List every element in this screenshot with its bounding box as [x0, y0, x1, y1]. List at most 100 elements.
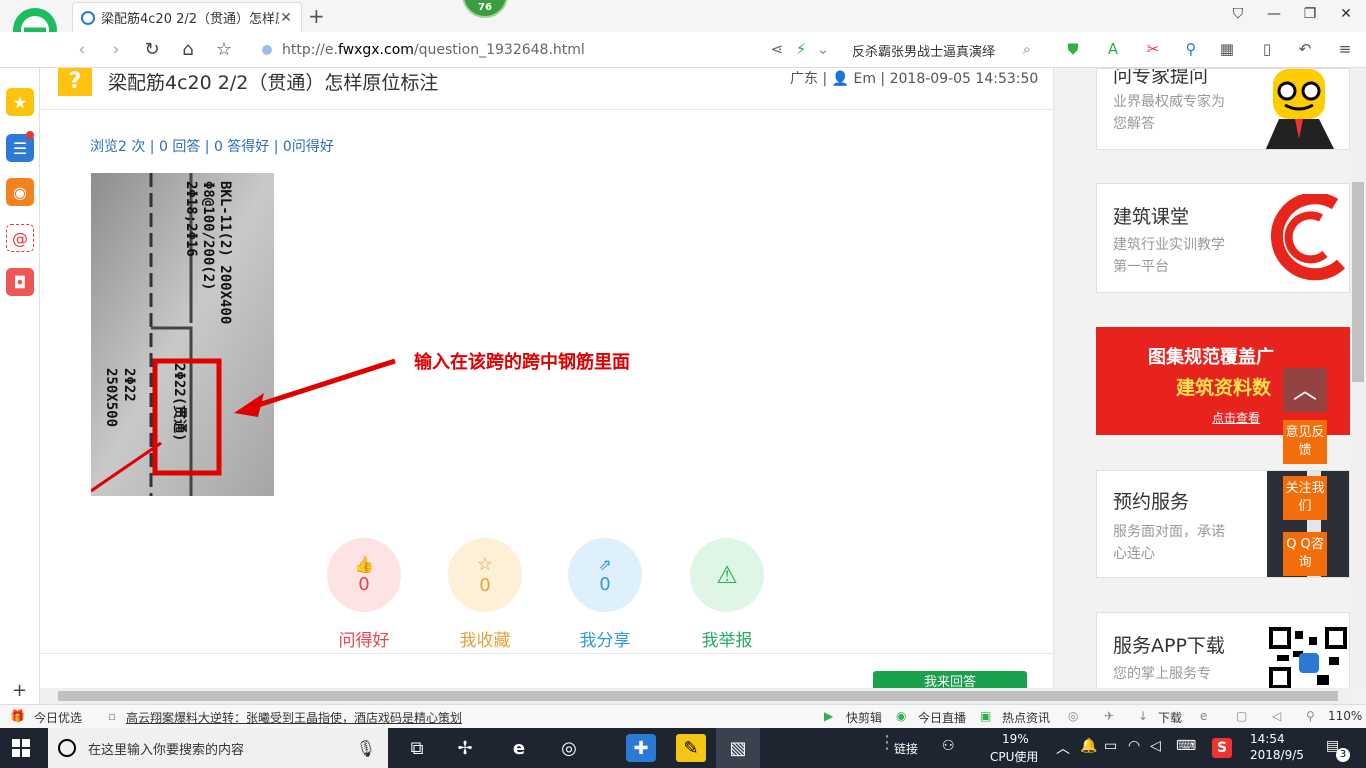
- follow-us-button[interactable]: 关注我们: [1283, 476, 1327, 520]
- action-report-label[interactable]: 我举报: [690, 626, 764, 651]
- notes-app-icon[interactable]: ✎: [676, 734, 706, 762]
- qr-code-icon[interactable]: [1269, 627, 1349, 688]
- ime-icon[interactable]: S: [1212, 738, 1232, 758]
- pin-icon[interactable]: ✈: [1104, 709, 1114, 723]
- qq-consult-button[interactable]: Q Q咨询: [1283, 532, 1327, 576]
- shirt-skin-icon[interactable]: ⛉: [1228, 6, 1248, 22]
- back-to-top-button[interactable]: ︿: [1283, 368, 1327, 412]
- live-link[interactable]: 今日直播: [918, 709, 966, 726]
- horizontal-scrollbar[interactable]: [40, 688, 1350, 704]
- tray-chevron-icon[interactable]: ︿: [1056, 738, 1070, 758]
- tab-close-icon[interactable]: ✕: [279, 10, 293, 26]
- sidebar-favorites-icon[interactable]: ★: [6, 88, 34, 116]
- vertical-scrollbar[interactable]: [1350, 68, 1366, 688]
- menu-icon[interactable]: ≡: [1334, 40, 1356, 58]
- forward-icon[interactable]: ›: [104, 39, 128, 60]
- photo-text-side2: 250X500: [103, 368, 119, 427]
- search-suggestion[interactable]: 反杀霸张男战士逼真演绎: [852, 41, 995, 60]
- action-like[interactable]: 👍 0 问得好: [327, 538, 401, 651]
- sidebar-game-icon[interactable]: ◘: [6, 268, 34, 296]
- action-collect[interactable]: ☆ 0 我收藏: [448, 538, 522, 651]
- home-icon[interactable]: ⌂: [176, 39, 200, 60]
- chevron-down-icon[interactable]: ⌄: [812, 40, 834, 58]
- restore-icon[interactable]: ❐: [1300, 6, 1320, 22]
- minimize-icon[interactable]: —: [1264, 6, 1284, 22]
- url-path: /question_1932648.html: [413, 42, 585, 58]
- clock-time[interactable]: 14:54: [1250, 732, 1285, 746]
- sidebar-add-icon[interactable]: +: [12, 680, 27, 701]
- paint-app-icon[interactable]: ▧: [716, 728, 760, 768]
- action-like-label[interactable]: 问得好: [327, 626, 401, 651]
- action-collect-circle[interactable]: ☆ 0: [448, 538, 522, 612]
- photo-text-line1: BKL-11(2) 200X400: [217, 181, 233, 324]
- quick-edit-link[interactable]: 快剪辑: [846, 709, 882, 726]
- swirl-app-icon[interactable]: ◎: [554, 734, 584, 762]
- action-like-circle[interactable]: 👍 0: [327, 538, 401, 612]
- microphone-icon[interactable]: 🎙: [356, 739, 376, 758]
- question-stats[interactable]: 浏览2 次 | 0 回答 | 0 答得好 | 0问得好: [90, 136, 334, 156]
- search-icon[interactable]: ⌕: [1016, 40, 1038, 58]
- action-collect-label[interactable]: 我收藏: [448, 626, 522, 651]
- ie-icon[interactable]: e: [1200, 709, 1207, 723]
- apps-grid-icon[interactable]: ▦: [1216, 40, 1238, 58]
- magnifier-icon[interactable]: ⚲: [1180, 40, 1202, 58]
- headline-link[interactable]: 高云翔案爆料大逆转：张曦受到王晶指使，酒店戏码是精心策划: [126, 709, 462, 726]
- tray-notify-icon[interactable]: 🔔: [1080, 738, 1097, 754]
- new-tab-button[interactable]: +: [308, 4, 325, 28]
- taskbar-link-label[interactable]: 链接: [894, 740, 918, 757]
- window-icon[interactable]: ▢: [1236, 709, 1247, 723]
- scissors-icon[interactable]: ✂: [1142, 40, 1164, 58]
- action-share[interactable]: ⇗ 0 我分享: [568, 538, 642, 651]
- phone-icon[interactable]: ▯: [1256, 40, 1278, 58]
- notification-count: 3: [1336, 748, 1350, 762]
- url-field[interactable]: http://e. fwxgx.com/question_1932648.html: [262, 38, 762, 62]
- download-link[interactable]: 下载: [1158, 709, 1182, 726]
- hot-news-link[interactable]: 热点资讯: [1002, 709, 1050, 726]
- fan-app-icon[interactable]: ✢: [450, 734, 480, 762]
- today-pick-link[interactable]: 今日优选: [34, 709, 82, 726]
- reload-icon[interactable]: ↻: [140, 39, 164, 60]
- site-info-icon[interactable]: [262, 45, 272, 55]
- undo-icon[interactable]: ↶: [1294, 40, 1316, 58]
- favorite-star-icon[interactable]: ☆: [212, 39, 236, 60]
- action-report-circle[interactable]: ⚠: [690, 538, 764, 612]
- wifi-icon[interactable]: ◠: [1128, 738, 1140, 754]
- speaker-icon[interactable]: ◁: [1150, 738, 1161, 754]
- annotation-text: 输入在该跨的跨中钢筋里面: [414, 352, 630, 373]
- action-share-label[interactable]: 我分享: [568, 626, 642, 651]
- task-view-icon[interactable]: ⧉: [402, 734, 432, 762]
- rail-card-expert[interactable]: 问专家提问 业界最权威专家为您解答: [1096, 68, 1350, 150]
- keyboard-icon[interactable]: ⌨: [1176, 738, 1196, 754]
- people-icon[interactable]: ⚇: [942, 738, 955, 754]
- url-prefix: http://e.: [282, 42, 338, 58]
- feedback-button[interactable]: 意见反馈: [1283, 420, 1327, 464]
- zoom-level[interactable]: 110%: [1328, 709, 1362, 723]
- battery-icon[interactable]: ▭: [1104, 738, 1117, 754]
- sidebar-weibo-icon[interactable]: ◉: [6, 178, 34, 206]
- shield-icon[interactable]: ⛊: [1062, 40, 1084, 58]
- share-icon[interactable]: ⋖: [766, 40, 788, 58]
- remote-app-icon[interactable]: ✚: [626, 734, 656, 762]
- clock-date[interactable]: 2018/9/5: [1250, 748, 1304, 762]
- sidebar-mail-icon[interactable]: @: [6, 224, 34, 252]
- rail-card-app[interactable]: 服务APP下载 您的掌上服务专: [1096, 612, 1350, 688]
- action-report[interactable]: ⚠ 我举报: [690, 538, 764, 651]
- speed-icon[interactable]: ◎: [1068, 709, 1078, 723]
- taskbar-search-box[interactable]: 在这里输入你要搜索的内容 🎙: [48, 728, 388, 768]
- windows-start-icon[interactable]: [12, 739, 30, 757]
- translate-icon[interactable]: A: [1102, 40, 1124, 58]
- action-share-count: 0: [599, 574, 611, 595]
- volume-icon[interactable]: ◁: [1272, 709, 1281, 723]
- action-share-circle[interactable]: ⇗ 0: [568, 538, 642, 612]
- horizontal-scroll-thumb[interactable]: [58, 691, 1338, 701]
- lightning-icon[interactable]: ⚡: [790, 40, 812, 58]
- browser-tab[interactable]: 梁配筋4c20 2/2（贯通）怎样原 ✕: [72, 2, 302, 32]
- vertical-scroll-thumb[interactable]: [1352, 182, 1364, 382]
- photo-text-line3: 2Φ18;2Φ16: [183, 181, 199, 257]
- edge-icon[interactable]: e: [504, 734, 534, 762]
- close-window-icon[interactable]: ✕: [1336, 6, 1356, 22]
- rail-banner-cta[interactable]: 点击查看: [1212, 409, 1260, 426]
- rail-card-course[interactable]: 建筑课堂 建筑行业实训教学第一平台: [1096, 183, 1350, 293]
- drawing-photo[interactable]: BKL-11(2) 200X400 Φ8@100/200(2) 2Φ18;2Φ1…: [91, 173, 274, 496]
- back-icon[interactable]: ‹: [70, 39, 94, 60]
